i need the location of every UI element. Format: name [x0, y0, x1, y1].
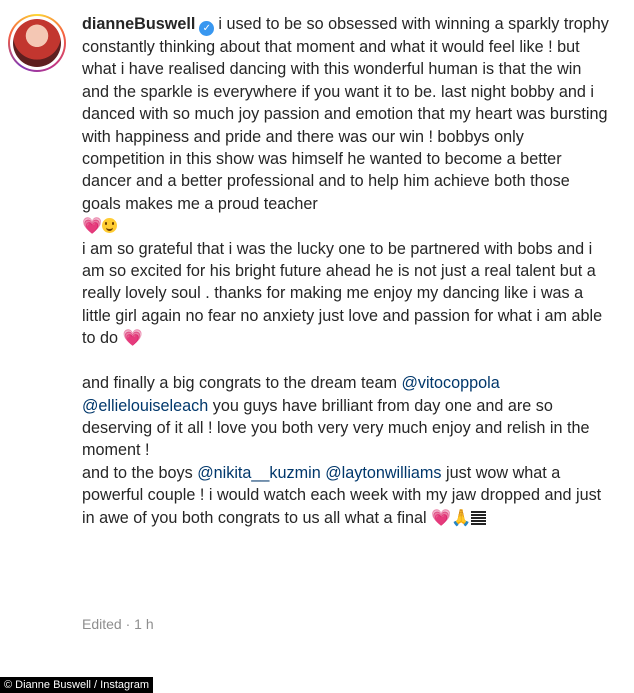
- username-link[interactable]: dianneBuswell: [82, 15, 195, 33]
- avatar-photo: [13, 19, 61, 67]
- pray-icon: 🙏: [451, 508, 472, 527]
- heart-icon: 💗: [82, 217, 103, 236]
- mention-link[interactable]: @laytonwilliams: [325, 464, 441, 482]
- photo-credit: © Dianne Buswell / Instagram: [0, 677, 154, 693]
- caption-text: dianneBuswell ✓ i used to be so obsessed w…: [82, 13, 610, 529]
- caption-text-segment: i am so grateful that i was the lucky on…: [82, 239, 603, 348]
- instagram-post-caption: dianneBuswell ✓ i used to be so obsessed w…: [0, 0, 634, 670]
- caption-text-segment: i used to be so obsessed with winning a …: [82, 15, 609, 213]
- mention-link[interactable]: @vitocoppola: [401, 374, 499, 392]
- caption-text-segment: and finally a big congrats to the dream …: [82, 374, 397, 393]
- post-meta: Edited · 1 h: [82, 616, 154, 632]
- flag-icon: [471, 510, 487, 525]
- mention-link[interactable]: @ellielouiseleach: [82, 397, 208, 415]
- heart-icon: 💗: [431, 508, 452, 527]
- verified-badge-icon: ✓: [199, 21, 215, 36]
- profile-avatar[interactable]: [8, 14, 66, 72]
- caption-body: i used to be so obsessed with winning a …: [82, 15, 613, 527]
- smile-icon: [102, 218, 118, 234]
- mention-link[interactable]: @nikita__kuzmin: [197, 464, 321, 482]
- heart-icon: 💗: [122, 329, 143, 348]
